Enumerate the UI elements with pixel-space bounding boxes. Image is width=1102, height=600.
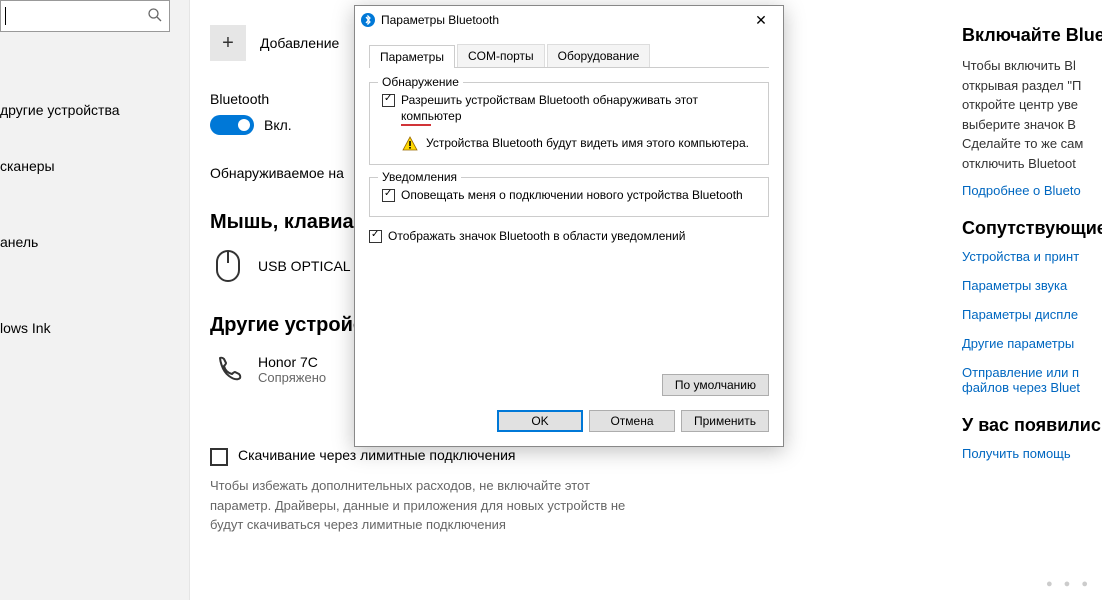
link-more-bluetooth[interactable]: Подробнее о Blueto [962,183,1102,198]
device-status: Сопряжено [258,370,326,385]
discovery-legend: Обнаружение [378,75,463,89]
metered-checkbox[interactable] [210,448,228,466]
toggle-state-label: Вкл. [264,117,292,133]
add-device-label: Добавление [260,35,339,51]
right-sidebar: Включайте Bluetoo Чтобы включить Bl откр… [962,0,1102,600]
bluetooth-toggle[interactable] [210,115,254,135]
resize-grip-icon: ● ● ● [1046,578,1092,590]
link-get-help[interactable]: Получить помощь [962,446,1102,461]
notify-checkbox[interactable] [382,189,395,202]
nav-scanners[interactable]: сканеры [0,148,189,184]
right-heading-1: Включайте Bluetoo [962,25,1102,46]
tab-parameters[interactable]: Параметры [369,45,455,68]
link-send-files[interactable]: Отправление или п файлов через Bluet [962,365,1102,395]
link-other-settings[interactable]: Другие параметры [962,336,1102,351]
tab-hardware[interactable]: Оборудование [547,44,651,67]
plus-icon: + [222,32,234,55]
cancel-button[interactable]: Отмена [589,410,675,432]
nav-other-devices[interactable]: другие устройства [0,92,189,128]
right-heading-3: У вас появились в [962,415,1102,436]
right-text-1: Чтобы включить Bl открывая раздел "П отк… [962,56,1102,173]
bluetooth-params-dialog: Параметры Bluetooth ✕ Параметры COM-порт… [354,5,784,447]
add-device-button[interactable]: + [210,25,246,61]
mouse-icon [210,248,246,284]
dialog-tabs: Параметры COM-порты Оборудование [369,44,769,68]
bluetooth-icon [361,13,375,27]
default-button[interactable]: По умолчанию [662,374,769,396]
link-display-settings[interactable]: Параметры диспле [962,307,1102,322]
metered-description: Чтобы избежать дополнительных расходов, … [210,476,650,535]
dialog-titlebar[interactable]: Параметры Bluetooth ✕ [355,6,783,34]
discovery-fieldset: Обнаружение Разрешить устройствам Blueto… [369,82,769,165]
right-heading-2: Сопутствующие па [962,218,1102,239]
tray-icon-checkbox[interactable] [369,230,382,243]
tab-com-ports[interactable]: COM-порты [457,44,545,67]
notify-label: Оповещать меня о подключении нового устр… [401,188,743,204]
tray-icon-label: Отображать значок Bluetooth в области ув… [388,229,685,245]
nav-windows-ink[interactable]: lows Ink [0,310,189,346]
highlight-underline [401,124,431,126]
warning-icon [402,136,418,152]
search-input[interactable] [0,0,170,32]
notifications-legend: Уведомления [378,170,461,184]
metered-label: Скачивание через лимитные подключения [238,447,515,463]
discovery-label: Разрешить устройствам Bluetooth обнаружи… [401,93,756,124]
close-button[interactable]: ✕ [745,9,777,31]
close-icon: ✕ [755,12,767,29]
dialog-title: Параметры Bluetooth [381,13,745,27]
device-name: USB OPTICAL [258,258,351,274]
link-devices-printers[interactable]: Устройства и принт [962,249,1102,264]
phone-icon [210,351,246,387]
device-name: Honor 7C [258,354,326,370]
ok-button[interactable]: OK [497,410,583,432]
notifications-fieldset: Уведомления Оповещать меня о подключении… [369,177,769,217]
nav-panel[interactable]: анель [0,224,189,260]
apply-button[interactable]: Применить [681,410,769,432]
search-icon [147,7,163,26]
discovery-checkbox[interactable] [382,94,395,107]
link-sound-settings[interactable]: Параметры звука [962,278,1102,293]
left-sidebar: другие устройства сканеры анель lows Ink [0,0,190,600]
discovery-warning: Устройства Bluetooth будут видеть имя эт… [426,136,749,152]
